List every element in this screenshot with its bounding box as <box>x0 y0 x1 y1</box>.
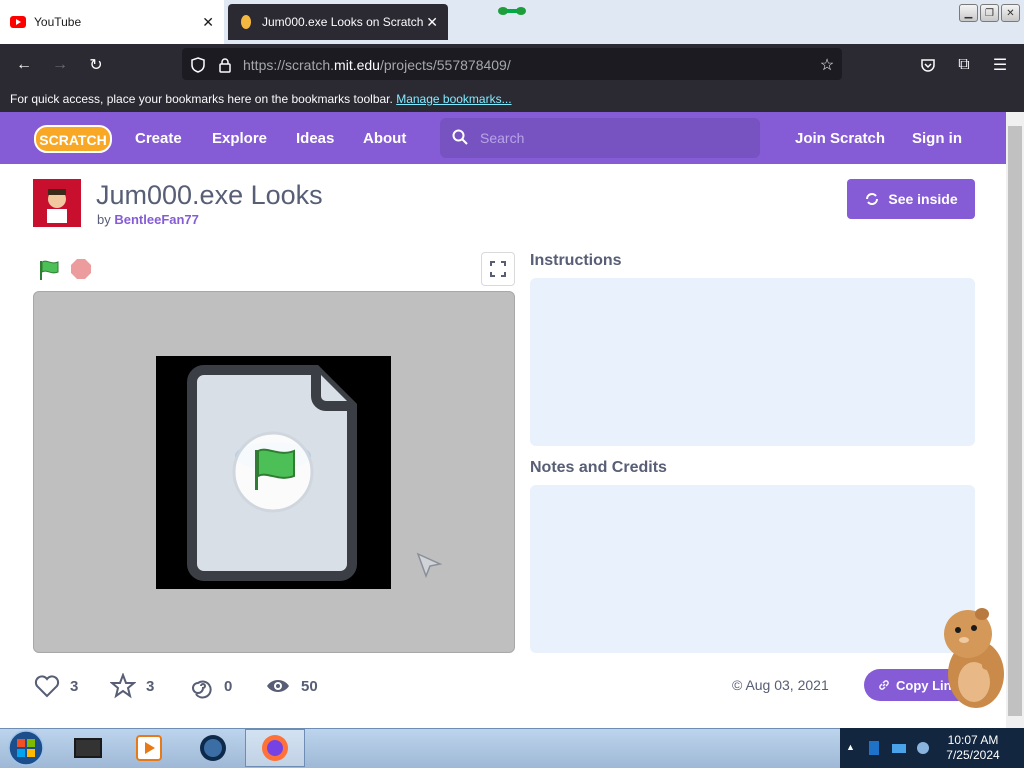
menu-icon[interactable]: ☰ <box>989 54 1011 76</box>
nav-ideas[interactable]: Ideas <box>296 130 334 147</box>
shield-icon[interactable] <box>187 54 209 76</box>
taskbar-globe-icon[interactable] <box>195 732 231 764</box>
scratch-logo[interactable]: SCRATCH <box>34 123 112 155</box>
nav-create[interactable]: Create <box>135 130 182 147</box>
tray-expand-icon[interactable]: ▲ <box>846 742 855 752</box>
fullscreen-button[interactable] <box>481 252 515 286</box>
notes-heading: Notes and Credits <box>530 459 667 476</box>
volume-icon[interactable] <box>914 740 932 756</box>
forward-icon[interactable]: → <box>49 54 71 76</box>
clock-date: 7/25/2024 <box>946 748 1000 762</box>
tab-scratch-project[interactable]: Jum000.exe Looks on Scratch ✕ <box>228 4 448 40</box>
remix-arrows-icon <box>866 193 879 205</box>
views-count: 50 <box>301 677 318 695</box>
bookmarks-bar: For quick access, place your bookmarks h… <box>0 86 1024 112</box>
by-label: by <box>97 212 111 227</box>
extensions-icon[interactable]: ⧉ <box>953 54 975 76</box>
project-title: Jum000.exe Looks <box>96 180 323 210</box>
see-inside-label: See inside <box>888 191 958 207</box>
share-date-value: Aug 03, 2021 <box>745 677 829 693</box>
back-icon[interactable]: ← <box>13 54 35 76</box>
close-icon[interactable]: ✕ <box>426 14 438 31</box>
restore-button[interactable]: ❐ <box>980 4 999 22</box>
network-icon[interactable] <box>890 740 908 756</box>
project-author-line: by BentleeFan77 <box>97 212 199 227</box>
green-flag-icon[interactable] <box>38 259 60 281</box>
lock-icon[interactable] <box>214 54 236 76</box>
tray-app-icon[interactable] <box>866 740 884 756</box>
stop-icon[interactable] <box>70 258 92 280</box>
windows-start-button[interactable] <box>6 729 46 767</box>
favorite-stat[interactable]: 3 <box>110 673 154 699</box>
instructions-panel <box>530 278 975 446</box>
close-icon[interactable]: ✕ <box>202 14 214 31</box>
minimize-button[interactable]: ▁ <box>959 4 978 22</box>
fullscreen-icon <box>490 261 506 277</box>
reload-icon[interactable]: ↻ <box>85 54 107 76</box>
nav-about[interactable]: About <box>363 130 406 147</box>
notes-panel <box>530 485 975 653</box>
join-scratch-link[interactable]: Join Scratch <box>795 130 885 147</box>
love-count: 3 <box>70 677 79 695</box>
heart-icon <box>34 675 60 698</box>
favorite-count: 3 <box>146 677 155 695</box>
star-icon[interactable]: ☆ <box>816 54 838 76</box>
views-stat: 50 <box>265 673 318 699</box>
love-stat[interactable]: 3 <box>34 673 78 699</box>
pocket-icon[interactable] <box>917 54 939 76</box>
remix-spiral-icon <box>192 680 212 699</box>
window-controls: ▁ ❐ ✕ <box>959 4 1020 22</box>
sign-in-link[interactable]: Sign in <box>912 130 962 147</box>
author-avatar[interactable] <box>33 179 81 227</box>
tab-scratch-label: Jum000.exe Looks on Scratch <box>262 15 424 29</box>
close-window-button[interactable]: ✕ <box>1001 4 1020 22</box>
eye-icon <box>267 680 289 692</box>
remix-count: 0 <box>224 677 233 695</box>
search-icon <box>452 129 468 145</box>
url-text[interactable]: https://scratch.mit.edu/projects/5578784… <box>243 57 511 73</box>
instructions-heading: Instructions <box>530 252 622 269</box>
star-icon <box>110 673 136 699</box>
bookmarks-hint: For quick access, place your bookmarks h… <box>10 92 393 106</box>
tab-youtube-label: YouTube <box>34 15 82 29</box>
taskbar-app-icon-monitor[interactable] <box>70 732 106 764</box>
taskbar-media-player-icon[interactable] <box>131 732 167 764</box>
search-placeholder: Search <box>480 130 525 146</box>
clock-time: 10:07 AM <box>947 733 999 747</box>
stage-preview[interactable] <box>156 356 391 589</box>
youtube-icon <box>10 14 26 30</box>
tab-youtube[interactable]: YouTube ✕ <box>0 0 224 44</box>
scratch-tab-icon <box>238 14 254 30</box>
see-inside-button[interactable]: See inside <box>847 179 975 219</box>
scrollbar-thumb[interactable] <box>1008 126 1022 716</box>
share-date: © Aug 03, 2021 <box>732 677 829 693</box>
link-icon <box>879 680 889 690</box>
svg-text:SCRATCH: SCRATCH <box>39 132 106 148</box>
browser-mascot-icon <box>498 7 526 15</box>
hamster-overlay-image <box>944 608 1004 708</box>
taskbar-clock[interactable]: 10:07 AM 7/25/2024 <box>938 733 1008 763</box>
mouse-cursor-icon <box>416 552 443 579</box>
author-link[interactable]: BentleeFan77 <box>114 212 199 227</box>
manage-bookmarks-link[interactable]: Manage bookmarks... <box>396 92 511 106</box>
nav-explore[interactable]: Explore <box>212 130 267 147</box>
taskbar-firefox-icon[interactable] <box>257 732 293 764</box>
remix-stat: 0 <box>188 673 232 699</box>
